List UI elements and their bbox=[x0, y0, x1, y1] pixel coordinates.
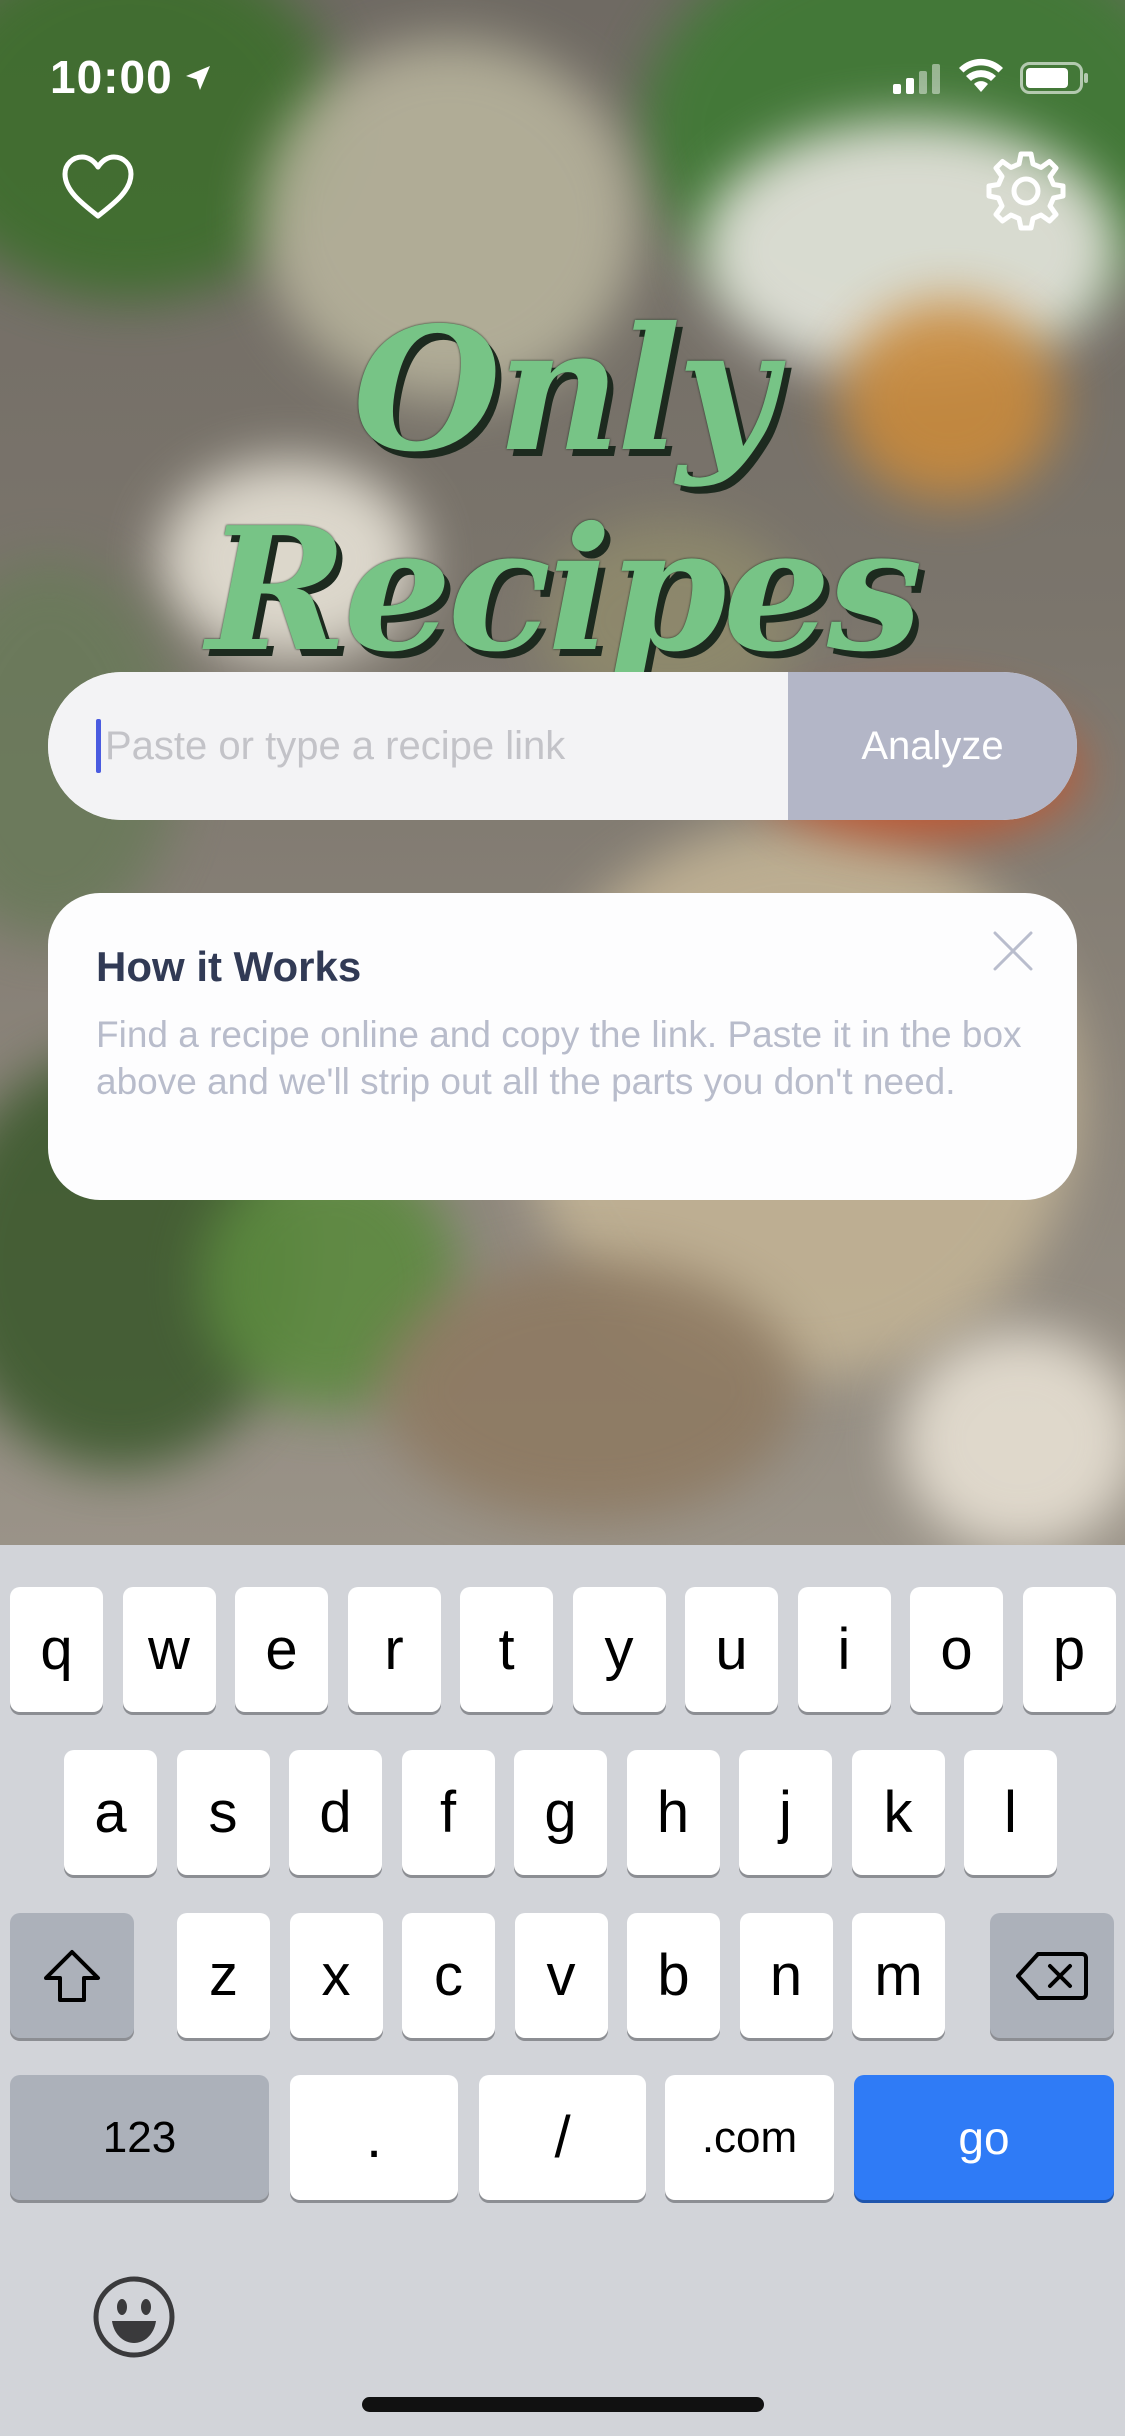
numbers-key[interactable]: 123 bbox=[10, 2075, 269, 2200]
shift-icon bbox=[44, 1949, 100, 2002]
key-a[interactable]: a bbox=[64, 1750, 157, 1875]
status-bar: 10:00 bbox=[0, 0, 1125, 140]
home-indicator bbox=[362, 2397, 764, 2412]
period-key[interactable]: . bbox=[290, 2075, 458, 2200]
key-b[interactable]: b bbox=[627, 1913, 720, 2038]
keyboard: qwertyuiop asdfghjkl zxcvbnm 123 . / .co… bbox=[0, 1545, 1125, 2436]
recipe-link-search: Paste or type a recipe link Analyze bbox=[48, 672, 1077, 820]
key-z[interactable]: z bbox=[177, 1913, 270, 2038]
key-f[interactable]: f bbox=[401, 1750, 495, 1875]
backspace-icon bbox=[1016, 1951, 1088, 2000]
key-y[interactable]: y bbox=[572, 1587, 666, 1712]
close-icon[interactable] bbox=[991, 929, 1035, 973]
how-it-works-title: How it Works bbox=[96, 943, 362, 990]
key-n[interactable]: n bbox=[739, 1913, 833, 2038]
key-x[interactable]: x bbox=[289, 1913, 383, 2038]
status-time: 10:00 bbox=[50, 51, 173, 103]
wifi-icon bbox=[959, 58, 1003, 92]
key-v[interactable]: v bbox=[514, 1913, 608, 2038]
text-caret bbox=[96, 719, 101, 773]
heart-icon[interactable] bbox=[60, 152, 136, 222]
key-i[interactable]: i bbox=[797, 1587, 891, 1712]
key-h[interactable]: h bbox=[626, 1750, 720, 1875]
app-logo: Only Recipes bbox=[206, 290, 922, 690]
key-c[interactable]: c bbox=[402, 1913, 495, 2038]
analyze-button[interactable]: Analyze bbox=[788, 672, 1077, 820]
recipe-link-placeholder: Paste or type a recipe link bbox=[105, 723, 566, 768]
slash-key[interactable]: / bbox=[479, 2075, 646, 2200]
key-k[interactable]: k bbox=[851, 1750, 945, 1875]
key-p[interactable]: p bbox=[1022, 1587, 1116, 1712]
key-o[interactable]: o bbox=[910, 1587, 1003, 1712]
key-m[interactable]: m bbox=[852, 1913, 945, 2038]
key-j[interactable]: j bbox=[739, 1750, 832, 1875]
key-u[interactable]: u bbox=[685, 1587, 778, 1712]
key-s[interactable]: s bbox=[176, 1750, 270, 1875]
location-arrow-icon bbox=[186, 66, 210, 90]
key-d[interactable]: d bbox=[289, 1750, 382, 1875]
recipe-link-input[interactable]: Paste or type a recipe link bbox=[48, 672, 788, 820]
how-it-works-card: How it Works Find a recipe online and co… bbox=[48, 893, 1077, 1200]
key-t[interactable]: t bbox=[460, 1587, 553, 1712]
gear-icon[interactable] bbox=[985, 150, 1067, 232]
key-g[interactable]: g bbox=[514, 1750, 607, 1875]
shift-key[interactable] bbox=[10, 1913, 134, 2038]
how-it-works-body: Find a recipe online and copy the link. … bbox=[96, 1014, 1022, 1102]
dotcom-key[interactable]: .com bbox=[665, 2075, 834, 2200]
key-l[interactable]: l bbox=[964, 1750, 1057, 1875]
key-w[interactable]: w bbox=[122, 1587, 216, 1712]
emoji-icon[interactable] bbox=[92, 2275, 176, 2359]
cellular-signal-icon bbox=[893, 64, 940, 94]
go-key[interactable]: go bbox=[854, 2075, 1114, 2200]
delete-key[interactable] bbox=[990, 1913, 1114, 2038]
key-e[interactable]: e bbox=[235, 1587, 328, 1712]
key-q[interactable]: q bbox=[10, 1587, 103, 1712]
battery-icon bbox=[1020, 62, 1088, 94]
key-r[interactable]: r bbox=[347, 1587, 441, 1712]
screen: 10:00 Only Recipes Paste or type a recip… bbox=[0, 0, 1125, 2436]
